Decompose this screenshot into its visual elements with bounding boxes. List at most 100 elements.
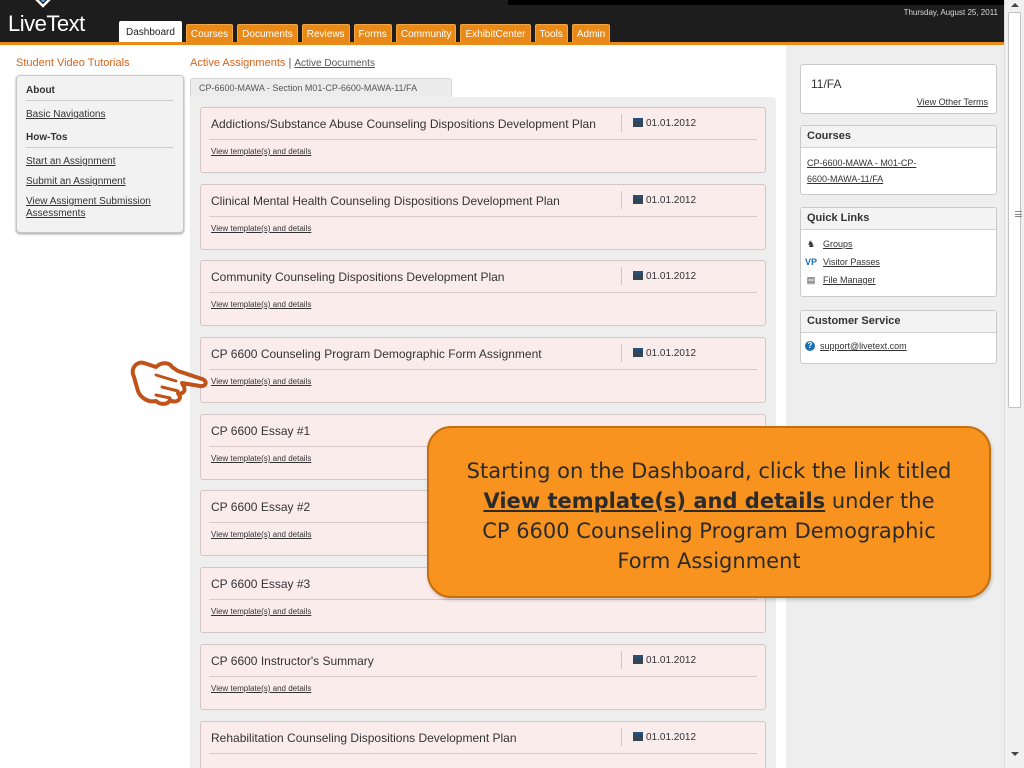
assignment-card: Clinical Mental Health Counseling Dispos… [200,184,766,250]
tutorial-link-submit-assignment[interactable]: Submit an Assignment [26,176,173,188]
tutorial-link-basic-navigations[interactable]: Basic Navigations [26,109,173,121]
card-rule [209,676,757,677]
card-rule [209,292,757,293]
tab-documents[interactable]: Documents [237,24,298,44]
view-template-link[interactable]: View template(s) and details [211,607,311,616]
logo-mark-icon [35,0,51,8]
tab-tools[interactable]: Tools [534,24,568,44]
scroll-up-arrow-icon[interactable] [1011,3,1019,7]
courses-title: Courses [801,126,996,148]
view-template-link[interactable]: View template(s) and details [211,454,311,463]
assignment-name: Rehabilitation Counseling Dispositions D… [211,731,517,745]
due-date-text: 01.01.2012 [646,271,697,282]
quick-links-title: Quick Links [801,208,996,230]
app-header: LiveText Thursday, August 25, 2011 Dashb… [0,0,1004,45]
view-template-link[interactable]: View template(s) and details [211,300,311,309]
callout-line-2: View template(s) and details under the [429,486,989,516]
groups-icon: ♞ [806,239,816,249]
course-link[interactable]: CP-6600-MAWA - M01-CP-6600-MAWA-11/FA [807,155,927,187]
calendar-icon [633,118,643,127]
courses-box: Courses CP-6600-MAWA - M01-CP-6600-MAWA-… [800,125,997,195]
calendar-icon [633,271,643,280]
file-manager-icon: ▤ [806,275,816,285]
due-date-text: 01.01.2012 [646,732,697,743]
current-date: Thursday, August 25, 2011 [903,8,998,17]
card-divider [621,114,622,132]
assignment-name: Clinical Mental Health Counseling Dispos… [211,194,560,208]
tab-community[interactable]: Community [395,24,457,44]
grip-icon [1015,211,1022,217]
scroll-down-arrow-icon[interactable] [1011,752,1019,756]
quick-link-file-manager[interactable]: ▤ File Manager [805,273,996,287]
tab-admin[interactable]: Admin [571,24,611,44]
tab-forms[interactable]: Forms [353,24,392,44]
assignment-card: Community Counseling Dispositions Develo… [200,260,766,326]
section-tab[interactable]: CP-6600-MAWA - Section M01-CP-6600-MAWA-… [190,78,452,98]
callout-link-text: View template(s) and details [483,489,826,513]
assignment-card: Addictions/Substance Abuse Counseling Di… [200,107,766,173]
instruction-callout: Starting on the Dashboard, click the lin… [427,426,991,598]
main-content: Active Assignments | Active Documents CP… [190,57,776,768]
tab-reviews[interactable]: Reviews [301,24,350,44]
scroll-thumb[interactable] [1008,12,1022,408]
tab-dashboard[interactable]: Dashboard [119,21,182,44]
quick-link-groups[interactable]: ♞ Groups [805,237,996,251]
card-rule [209,753,757,754]
card-divider [621,344,622,362]
view-template-link[interactable]: View template(s) and details [211,147,311,156]
support-email-row[interactable]: ? support@livetext.com [805,339,996,353]
card-divider [621,267,622,285]
term-box: 11/FA View Other Terms [800,64,997,114]
pointing-hand-icon [130,360,208,406]
file-manager-link[interactable]: File Manager [823,275,876,285]
tutorials-title: Student Video Tutorials [16,57,130,69]
card-divider [621,728,622,746]
calendar-icon [633,195,643,204]
card-rule [209,216,757,217]
quick-link-visitor-passes[interactable]: VP Visitor Passes [805,255,996,269]
logo-text: LiveText [8,11,85,36]
groups-link[interactable]: Groups [823,239,853,249]
calendar-icon [633,348,643,357]
due-date-text: 01.01.2012 [646,118,697,129]
callout-line-2-tail: under the [831,489,935,513]
card-rule [209,139,757,140]
help-icon: ? [805,341,815,351]
due-date-text: 01.01.2012 [646,655,697,666]
customer-service-box: Customer Service ? support@livetext.com [800,310,997,364]
header-topbar [508,0,1004,5]
tab-exhibitcenter[interactable]: ExhibitCenter [460,24,531,44]
left-sidebar: Student Video Tutorials About Basic Navi… [16,57,184,233]
calendar-icon [633,655,643,664]
main-nav-tabs: Dashboard Courses Documents Reviews Form… [119,21,614,44]
assignment-name: CP 6600 Essay #2 [211,500,311,514]
due-date: 01.01.2012 [633,118,696,129]
due-date: 01.01.2012 [633,348,696,359]
card-divider [621,651,622,669]
assignment-name: CP 6600 Essay #3 [211,577,311,591]
assignment-name: Community Counseling Dispositions Develo… [211,270,505,284]
card-rule [209,369,757,370]
due-date: 01.01.2012 [633,271,696,282]
assignment-name: CP 6600 Counseling Program Demographic F… [211,347,542,361]
right-sidebar: 11/FA View Other Terms Courses CP-6600-M… [786,45,1004,768]
view-template-link[interactable]: View template(s) and details [211,530,311,539]
tutorial-link-start-assignment[interactable]: Start an Assignment [26,156,173,168]
view-template-link[interactable]: View template(s) and details [211,224,311,233]
view-template-link-demographic[interactable]: View template(s) and details [211,377,311,386]
visitor-passes-link[interactable]: Visitor Passes [823,257,880,267]
support-email-link[interactable]: support@livetext.com [820,341,907,351]
calendar-icon [633,732,643,741]
active-documents-link[interactable]: Active Documents [294,58,375,69]
view-template-link[interactable]: View template(s) and details [211,684,311,693]
vertical-scrollbar[interactable] [1004,0,1024,768]
howtos-heading: How-Tos [26,129,173,148]
assignment-card: CP 6600 Instructor's Summary 01.01.2012 … [200,644,766,710]
assignment-name: CP 6600 Instructor's Summary [211,654,374,668]
active-assignments-label[interactable]: Active Assignments [190,57,285,69]
tab-courses[interactable]: Courses [185,24,234,44]
customer-service-title: Customer Service [801,311,996,333]
view-other-terms-link[interactable]: View Other Terms [917,97,988,107]
callout-line-3: CP 6600 Counseling Program Demographic [482,519,936,543]
tutorial-link-view-assessments[interactable]: View Assigment Submission Assessments [26,196,173,220]
